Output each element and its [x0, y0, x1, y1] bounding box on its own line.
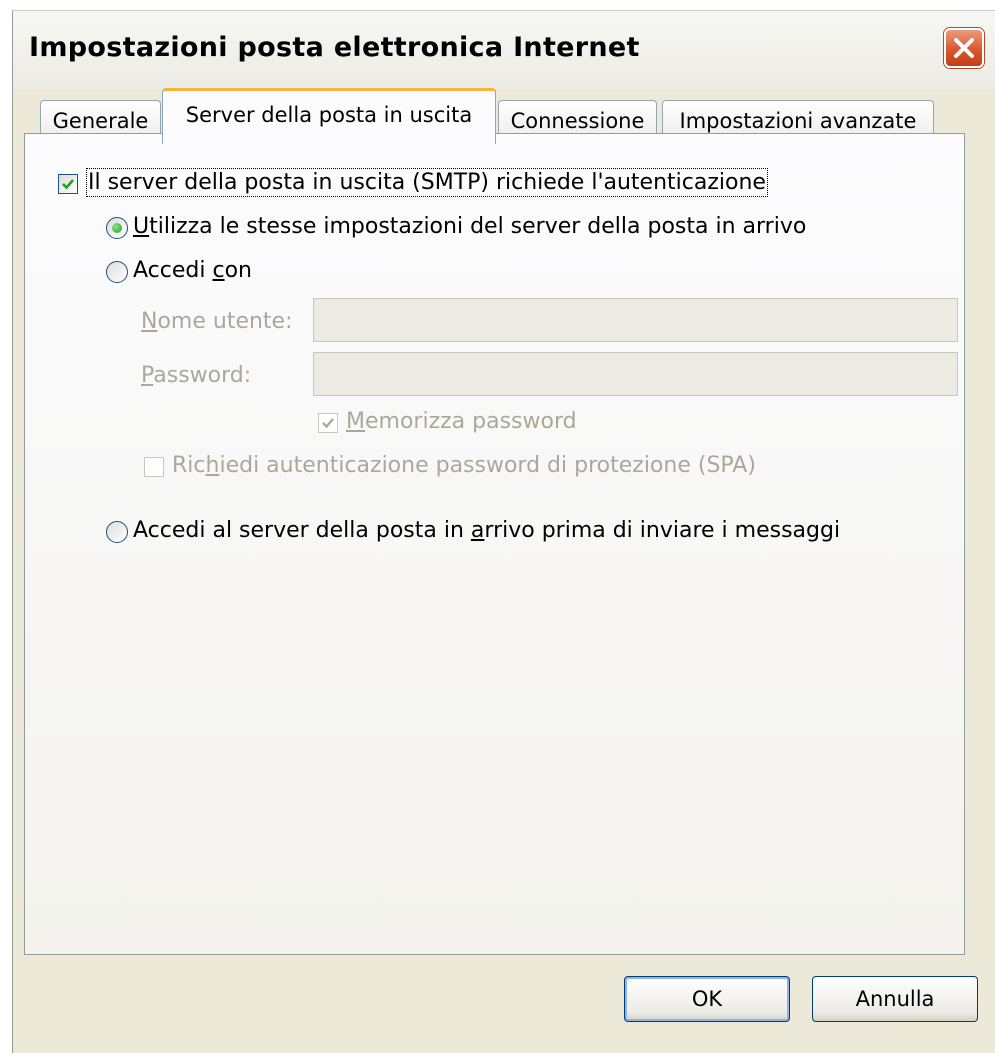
radio-login-with[interactable]: [106, 261, 128, 283]
smtp-auth-checkbox[interactable]: [58, 174, 78, 194]
smtp-auth-label[interactable]: Il server della posta in uscita (SMTP) r…: [86, 168, 768, 197]
spa-label[interactable]: Richiedi autenticazione password di prot…: [172, 453, 756, 478]
login-with-label[interactable]: Accedi con: [133, 258, 252, 283]
radio-selected-dot: [112, 223, 122, 233]
radio-login-incoming-first[interactable]: [106, 521, 128, 543]
ok-button[interactable]: OK: [624, 976, 790, 1022]
checkmark-icon: [322, 418, 334, 429]
remember-password-checkbox[interactable]: [318, 413, 338, 433]
login-incoming-first-label[interactable]: Accedi al server della posta in arrivo p…: [133, 518, 840, 543]
panel-content: Il server della posta in uscita (SMTP) r…: [0, 0, 995, 1053]
password-label: Password:: [141, 363, 252, 388]
username-label: Nome utente:: [141, 309, 293, 334]
checkmark-icon: [62, 179, 74, 190]
spa-checkbox[interactable]: [144, 457, 164, 477]
username-input[interactable]: [313, 298, 958, 342]
cancel-button[interactable]: Annulla: [812, 976, 978, 1022]
radio-same-settings[interactable]: [106, 217, 128, 239]
remember-password-label[interactable]: Memorizza password: [346, 409, 577, 434]
same-settings-label[interactable]: Utilizza le stesse impostazioni del serv…: [133, 214, 806, 239]
password-input[interactable]: [313, 352, 958, 396]
